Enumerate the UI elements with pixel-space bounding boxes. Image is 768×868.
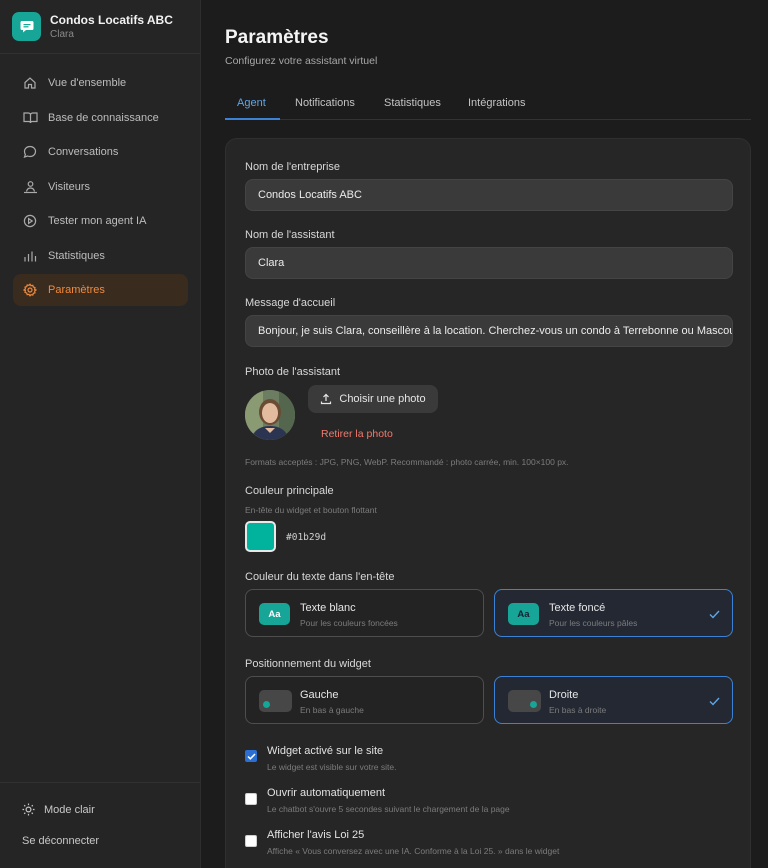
widget-dot xyxy=(530,701,537,708)
option-title: Texte foncé xyxy=(549,602,606,614)
position-right-option[interactable]: Droite En bas à droite xyxy=(494,676,733,724)
tab-bar: Agent Notifications Statistiques Intégra… xyxy=(225,89,751,120)
checkmark-icon xyxy=(709,606,720,624)
welcome-label: Message d'accueil xyxy=(245,297,336,309)
upload-icon xyxy=(320,393,332,405)
text-white-option[interactable]: Aa Texte blanc Pour les couleurs foncées xyxy=(245,589,484,637)
sidebar-item-statistics[interactable]: Statistiques xyxy=(13,240,188,272)
checkbox-title: Afficher l'avis Loi 25 xyxy=(267,829,365,841)
sidebar-item-label: Conversations xyxy=(48,146,119,158)
sidebar-item-conversations[interactable]: Conversations xyxy=(13,136,188,168)
page-title: Paramètres xyxy=(225,27,329,48)
widget-dot xyxy=(263,701,270,708)
option-subtitle: Pour les couleurs pâles xyxy=(549,618,638,628)
sidebar-item-visitors[interactable]: Visiteurs xyxy=(13,171,188,203)
book-icon xyxy=(22,110,38,126)
light-mode-toggle[interactable]: Mode clair xyxy=(22,803,95,816)
option-title: Texte blanc xyxy=(300,602,356,614)
auto-open-checkbox[interactable] xyxy=(245,793,257,805)
sidebar-item-label: Visiteurs xyxy=(48,180,90,193)
page-subtitle: Configurez votre assistant virtuel xyxy=(225,55,378,67)
chat-bubble-icon xyxy=(12,12,41,41)
assistant-avatar xyxy=(245,390,295,440)
checkbox-subtitle: Le widget est visible sur votre site. xyxy=(267,762,397,772)
checkbox-subtitle: Le chatbot s'ouvre 5 secondes suivant le… xyxy=(267,804,510,814)
settings-card: Nom de l'entreprise Condos Locatifs ABC … xyxy=(225,138,751,868)
company-input[interactable]: Condos Locatifs ABC xyxy=(245,179,733,211)
home-icon xyxy=(22,75,38,91)
primary-color-hint: En-tête du widget et bouton flottant xyxy=(245,505,377,515)
photo-label: Photo de l'assistant xyxy=(245,366,341,378)
widget-position-label: Positionnement du widget xyxy=(245,658,371,670)
checkbox-subtitle: Affiche « Vous conversez avec une IA. Co… xyxy=(267,846,560,856)
position-right-preview xyxy=(508,690,541,712)
primary-color-label: Couleur principale xyxy=(245,485,334,497)
main-content: Paramètres Configurez votre assistant vi… xyxy=(201,0,768,868)
tab-integrations[interactable]: Intégrations xyxy=(468,97,525,109)
sidebar-item-label: Base de connaissance xyxy=(48,111,159,124)
gear-icon xyxy=(22,282,38,298)
active-tab-indicator xyxy=(225,118,280,120)
sidebar-item-label: Statistiques xyxy=(48,249,105,262)
sidebar-nav: Vue d'ensemble Base de connaissance Conv… xyxy=(13,67,188,309)
bar-chart-icon xyxy=(22,248,38,264)
tab-notifications[interactable]: Notifications xyxy=(295,97,355,109)
assistant-input[interactable]: Clara xyxy=(245,247,733,279)
photo-formats-hint: Formats acceptés : JPG, PNG, WebP. Recom… xyxy=(245,457,569,467)
sidebar-item-label: Paramètres xyxy=(48,284,105,296)
checkmark-icon xyxy=(246,752,256,760)
law-25-notice-checkbox[interactable] xyxy=(245,835,257,847)
option-title: Gauche xyxy=(300,689,339,701)
checkbox-title: Widget activé sur le site xyxy=(267,745,384,757)
text-dark-option[interactable]: Aa Texte foncé Pour les couleurs pâles xyxy=(494,589,733,637)
checkmark-icon xyxy=(709,693,720,711)
option-title: Droite xyxy=(549,689,579,701)
sidebar-item-test-agent[interactable]: Tester mon agent IA xyxy=(13,205,188,237)
remove-photo-link[interactable]: Retirer la photo xyxy=(321,428,393,440)
sidebar: Condos Locatifs ABC Clara Vue d'ensemble… xyxy=(0,0,201,868)
brand-subtitle: Clara xyxy=(50,28,74,40)
color-hex-value[interactable]: #01b29d xyxy=(286,532,326,543)
chat-icon xyxy=(22,144,38,160)
brand[interactable]: Condos Locatifs ABC Clara xyxy=(12,12,173,41)
sidebar-item-label: Tester mon agent IA xyxy=(48,215,147,227)
sidebar-item-overview[interactable]: Vue d'ensemble xyxy=(13,67,188,99)
sun-icon xyxy=(22,803,35,816)
sidebar-item-settings[interactable]: Paramètres xyxy=(13,274,188,306)
choose-photo-label: Choisir une photo xyxy=(339,393,426,405)
position-left-option[interactable]: Gauche En bas à gauche xyxy=(245,676,484,724)
checkbox-title: Ouvrir automatiquement xyxy=(267,787,385,799)
sidebar-item-label: Vue d'ensemble xyxy=(48,77,127,89)
position-left-preview xyxy=(259,690,292,712)
logout-button[interactable]: Se déconnecter xyxy=(22,835,99,847)
mode-label: Mode clair xyxy=(44,803,95,816)
text-white-chip: Aa xyxy=(259,603,290,625)
tab-statistics[interactable]: Statistiques xyxy=(384,97,441,109)
widget-enabled-checkbox[interactable] xyxy=(245,750,257,762)
assistant-label: Nom de l'assistant xyxy=(245,229,335,241)
welcome-input[interactable]: Bonjour, je suis Clara, conseillère à la… xyxy=(245,315,733,347)
visitors-icon xyxy=(22,179,38,195)
option-subtitle: En bas à droite xyxy=(549,705,607,715)
text-dark-chip: Aa xyxy=(508,603,539,625)
play-icon xyxy=(22,213,38,229)
divider xyxy=(0,782,200,783)
divider xyxy=(0,53,200,54)
option-subtitle: En bas à gauche xyxy=(300,705,364,715)
tab-agent[interactable]: Agent xyxy=(237,97,266,109)
option-subtitle: Pour les couleurs foncées xyxy=(300,618,398,628)
header-text-color-label: Couleur du texte dans l'en-tête xyxy=(245,571,395,583)
company-label: Nom de l'entreprise xyxy=(245,161,341,173)
sidebar-item-knowledge-base[interactable]: Base de connaissance xyxy=(13,102,188,134)
brand-name: Condos Locatifs ABC xyxy=(50,12,173,27)
choose-photo-button[interactable]: Choisir une photo xyxy=(308,385,438,413)
color-swatch[interactable] xyxy=(245,521,276,552)
